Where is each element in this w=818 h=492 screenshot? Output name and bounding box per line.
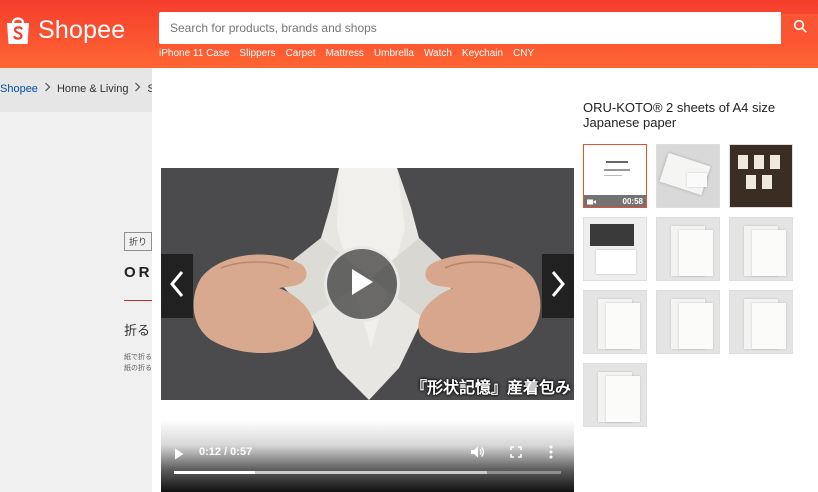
shopee-logo[interactable]: Shopee (4, 14, 125, 46)
previous-media-button[interactable] (161, 254, 193, 318)
hot-link[interactable]: iPhone 11 Case (159, 48, 229, 59)
thumbnail-image[interactable] (583, 217, 647, 281)
chevron-right-icon (550, 270, 566, 303)
thumbnail-image[interactable] (656, 290, 720, 354)
search-icon (793, 19, 807, 38)
search-box[interactable] (159, 12, 781, 44)
next-media-button[interactable] (542, 254, 574, 318)
hot-link[interactable]: Keychain (462, 48, 503, 59)
video-time: 0:12 / 0:57 (199, 446, 253, 458)
thumbnail-image[interactable] (583, 363, 647, 427)
hot-link[interactable]: Slippers (239, 48, 275, 59)
thumbnail-image[interactable] (729, 217, 793, 281)
play-icon[interactable] (174, 447, 184, 465)
thumbnail-image[interactable] (729, 144, 793, 208)
video-camera-icon (587, 192, 596, 207)
video-badge: 00:58 (584, 195, 646, 207)
header: Shopee iPhone 11 Case Slippers Carpet Ma… (0, 0, 818, 68)
hot-search-links: iPhone 11 Case Slippers Carpet Mattress … (159, 48, 534, 59)
hot-link[interactable]: Watch (424, 48, 452, 59)
hot-link[interactable]: CNY (513, 48, 534, 59)
play-icon (349, 267, 375, 302)
thumbnail-image[interactable] (656, 217, 720, 281)
hot-link[interactable]: Umbrella (374, 48, 414, 59)
chevron-left-icon (169, 270, 185, 303)
product-title: ORU-KOTO® 2 sheets of A4 size Japanese p… (583, 100, 776, 130)
volume-icon[interactable] (470, 445, 485, 464)
hot-link[interactable]: Mattress (326, 48, 364, 59)
brand-name: Shopee (38, 15, 126, 44)
video-player[interactable]: 『形状記憶』産着包み (161, 168, 574, 400)
fullscreen-icon[interactable] (510, 445, 522, 463)
video-progress-fill (174, 471, 256, 474)
video-controls: 0:12 / 0:57 (161, 420, 574, 492)
more-vertical-icon[interactable] (549, 445, 553, 464)
video-caption: 『形状記憶』産着包み (411, 380, 572, 397)
thumbnail-image[interactable] (729, 290, 793, 354)
shopping-bag-icon (4, 14, 32, 46)
thumbnail-video[interactable]: 00:58 (583, 144, 647, 208)
media-gallery-modal: 『形状記憶』産着包み 0:12 / 0:57 ORU-KOTO® 2 sheet… (152, 68, 818, 492)
thumbnail-image[interactable] (656, 144, 720, 208)
search-input[interactable] (170, 21, 781, 35)
modal-backdrop[interactable] (0, 68, 152, 492)
video-duration: 00:58 (622, 196, 643, 206)
video-play-button[interactable] (324, 246, 400, 322)
video-progress-bar[interactable] (174, 471, 561, 474)
thumbnail-image[interactable] (583, 290, 647, 354)
hot-link[interactable]: Carpet (286, 48, 316, 59)
search-button[interactable] (781, 14, 818, 42)
